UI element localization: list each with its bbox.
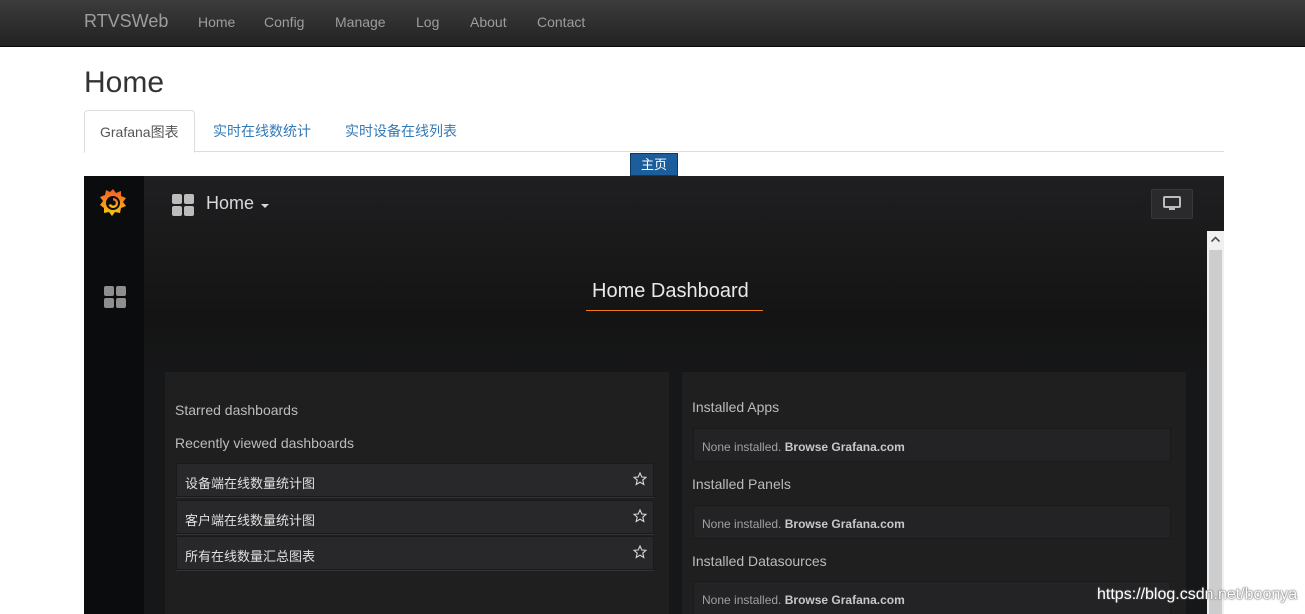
- tab-bar: Grafana图表 实时在线数统计 实时设备在线列表: [84, 110, 1224, 153]
- dashlist-item-label: 所有在线数量汇总图表: [185, 549, 316, 564]
- watermark: https://blog.csdn.net/boonya: [1097, 586, 1298, 603]
- dashboards-icon[interactable]: [104, 286, 126, 308]
- dashboard-grid-icon: [172, 194, 194, 216]
- plugin-list-panel: Installed Apps None installed. Browse Gr…: [682, 372, 1186, 614]
- tab-grafana-charts[interactable]: Grafana图表: [84, 110, 195, 153]
- dashlist-item[interactable]: 所有在线数量汇总图表: [176, 536, 654, 570]
- recent-dashboards-heading: Recently viewed dashboards: [175, 435, 354, 451]
- star-icon[interactable]: [633, 545, 647, 559]
- star-icon[interactable]: [633, 509, 647, 523]
- tab-realtime-online-stats[interactable]: 实时在线数统计: [198, 110, 326, 152]
- browse-grafana-link[interactable]: Browse Grafana.com: [785, 517, 905, 531]
- installed-datasources-heading: Installed Datasources: [692, 553, 827, 569]
- dashlist-item[interactable]: 设备端在线数量统计图: [176, 463, 654, 497]
- starred-dashboards-heading: Starred dashboards: [175, 402, 298, 418]
- page-title: Home: [84, 66, 165, 99]
- dashlist-item[interactable]: 客户端在线数量统计图: [176, 500, 654, 534]
- installed-apps-heading: Installed Apps: [692, 399, 780, 415]
- grafana-iframe: Home Home Dashboard Starred dashboards R…: [84, 176, 1224, 614]
- scroll-up-button[interactable]: [1207, 231, 1224, 248]
- dashboard-picker[interactable]: Home: [206, 193, 254, 214]
- caret-down-icon[interactable]: [261, 204, 269, 208]
- installed-panels-empty: None installed. Browse Grafana.com: [693, 505, 1171, 539]
- monitor-icon: [1163, 196, 1181, 210]
- scroll-thumb[interactable]: [1209, 250, 1222, 614]
- iframe-scrollbar[interactable]: [1207, 231, 1224, 614]
- chevron-up-icon: [1210, 236, 1221, 243]
- heading-underline: [586, 310, 763, 311]
- none-installed-text: None installed.: [702, 593, 782, 607]
- none-installed-text: None installed.: [702, 517, 782, 531]
- dashlist-item-label: 设备端在线数量统计图: [185, 476, 316, 491]
- installed-apps-empty: None installed. Browse Grafana.com: [693, 428, 1171, 462]
- star-icon[interactable]: [633, 472, 647, 486]
- home-button[interactable]: 主页: [630, 153, 678, 176]
- nav-link-log[interactable]: Log: [416, 14, 439, 30]
- installed-panels-heading: Installed Panels: [692, 476, 791, 492]
- none-installed-text: None installed.: [702, 440, 782, 454]
- nav-link-home[interactable]: Home: [198, 14, 235, 30]
- grafana-sidemenu: [84, 176, 144, 614]
- browse-grafana-link[interactable]: Browse Grafana.com: [785, 593, 905, 607]
- dashlist-panel: Starred dashboards Recently viewed dashb…: [165, 372, 669, 614]
- tv-mode-button[interactable]: [1151, 189, 1193, 219]
- nav-link-manage[interactable]: Manage: [335, 14, 386, 30]
- browse-grafana-link[interactable]: Browse Grafana.com: [785, 440, 905, 454]
- brand-link[interactable]: RTVSWeb: [84, 11, 168, 32]
- dashlist-item-label: 客户端在线数量统计图: [185, 513, 316, 528]
- nav-link-config[interactable]: Config: [264, 14, 304, 30]
- dashboard-heading: Home Dashboard: [592, 280, 749, 302]
- tab-realtime-device-list[interactable]: 实时设备在线列表: [330, 110, 472, 152]
- nav-link-contact[interactable]: Contact: [537, 14, 585, 30]
- grafana-main: Home Home Dashboard Starred dashboards R…: [144, 176, 1224, 614]
- grafana-logo-icon[interactable]: [97, 186, 129, 218]
- nav-link-about[interactable]: About: [470, 14, 507, 30]
- top-navbar: RTVSWeb Home Config Manage Log About Con…: [0, 0, 1305, 47]
